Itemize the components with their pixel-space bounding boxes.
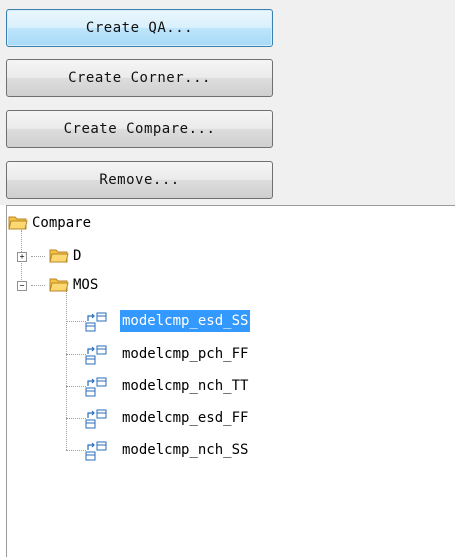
tree-item-modelcmp-esd-ff[interactable]: modelcmp_esd_FF: [7, 407, 327, 429]
compare-tree[interactable]: Compare + D − MOS modelcmp_esd_SS modelc…: [6, 205, 455, 557]
tree-node-d[interactable]: + D: [7, 245, 207, 267]
tree-item-label: modelcmp_nch_SS: [122, 442, 249, 458]
folder-icon: [49, 275, 69, 300]
folder-icon: [49, 246, 69, 271]
button-panel: Create QA... Create Corner... Create Com…: [0, 0, 455, 205]
tree-root-label: Compare: [32, 215, 92, 231]
tree-folder-label: D: [73, 248, 82, 264]
tree-item-modelcmp-esd-ss[interactable]: modelcmp_esd_SS: [7, 310, 327, 332]
tree-item-label: modelcmp_esd_FF: [122, 410, 249, 426]
tree-item-modelcmp-pch-ff[interactable]: modelcmp_pch_FF: [7, 343, 327, 365]
compare-item-icon: [85, 441, 107, 468]
tree-item-label: modelcmp_pch_FF: [122, 346, 249, 362]
expand-icon[interactable]: +: [17, 252, 27, 262]
tree-item-modelcmp-nch-tt[interactable]: modelcmp_nch_TT: [7, 375, 327, 397]
compare-item-icon: [85, 312, 107, 339]
compare-item-icon: [85, 409, 107, 436]
tree-item-modelcmp-nch-ss[interactable]: modelcmp_nch_SS: [7, 439, 327, 461]
tree-item-label: modelcmp_esd_SS: [120, 310, 251, 332]
create-corner-button[interactable]: Create Corner...: [6, 59, 273, 97]
remove-button[interactable]: Remove...: [6, 161, 273, 199]
collapse-icon[interactable]: −: [17, 281, 27, 291]
compare-item-icon: [85, 377, 107, 404]
tree-item-label: modelcmp_nch_TT: [122, 378, 249, 394]
compare-item-icon: [85, 345, 107, 372]
create-qa-button[interactable]: Create QA...: [6, 9, 273, 47]
folder-icon: [8, 213, 28, 238]
tree-folder-label: MOS: [73, 277, 99, 293]
tree-node-mos[interactable]: − MOS: [7, 274, 207, 296]
tree-node-compare[interactable]: Compare: [7, 212, 207, 234]
create-compare-button[interactable]: Create Compare...: [6, 110, 273, 148]
